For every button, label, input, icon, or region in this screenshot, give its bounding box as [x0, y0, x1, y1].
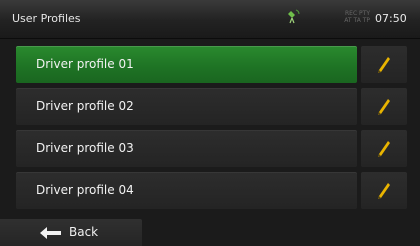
- clock: 07:50: [375, 12, 407, 25]
- page-title: User Profiles: [12, 12, 81, 25]
- pencil-icon: [378, 99, 390, 115]
- pencil-icon: [378, 183, 390, 199]
- edit-profile-04-button[interactable]: [361, 172, 407, 209]
- edit-profile-03-button[interactable]: [361, 130, 407, 167]
- pencil-icon: [378, 141, 390, 157]
- rec-indicator-line1: REC PTY: [344, 10, 370, 17]
- profile-row-03[interactable]: Driver profile 03: [16, 130, 357, 167]
- user-profiles-screen: User Profiles REC PTY AT TA TP 07:50 Dri…: [0, 0, 420, 246]
- satellite-icon: [288, 9, 300, 24]
- profile-label: Driver profile 04: [36, 183, 134, 197]
- profile-label: Driver profile 02: [36, 99, 134, 113]
- arrow-left-icon: [40, 227, 61, 239]
- back-button[interactable]: Back: [0, 219, 142, 246]
- profile-row-02[interactable]: Driver profile 02: [16, 88, 357, 125]
- rec-indicator-line2: AT TA TP: [344, 17, 370, 24]
- title-bar: User Profiles REC PTY AT TA TP 07:50: [0, 0, 420, 39]
- edit-profile-01-button[interactable]: [361, 46, 407, 83]
- profile-row-01[interactable]: Driver profile 01: [16, 46, 357, 83]
- profile-row-04[interactable]: Driver profile 04: [16, 172, 357, 209]
- back-label: Back: [69, 225, 99, 239]
- rec-pty-indicator: REC PTY AT TA TP: [340, 10, 370, 24]
- profile-label: Driver profile 03: [36, 141, 134, 155]
- profile-label: Driver profile 01: [36, 57, 134, 71]
- edit-profile-02-button[interactable]: [361, 88, 407, 125]
- pencil-icon: [378, 57, 390, 73]
